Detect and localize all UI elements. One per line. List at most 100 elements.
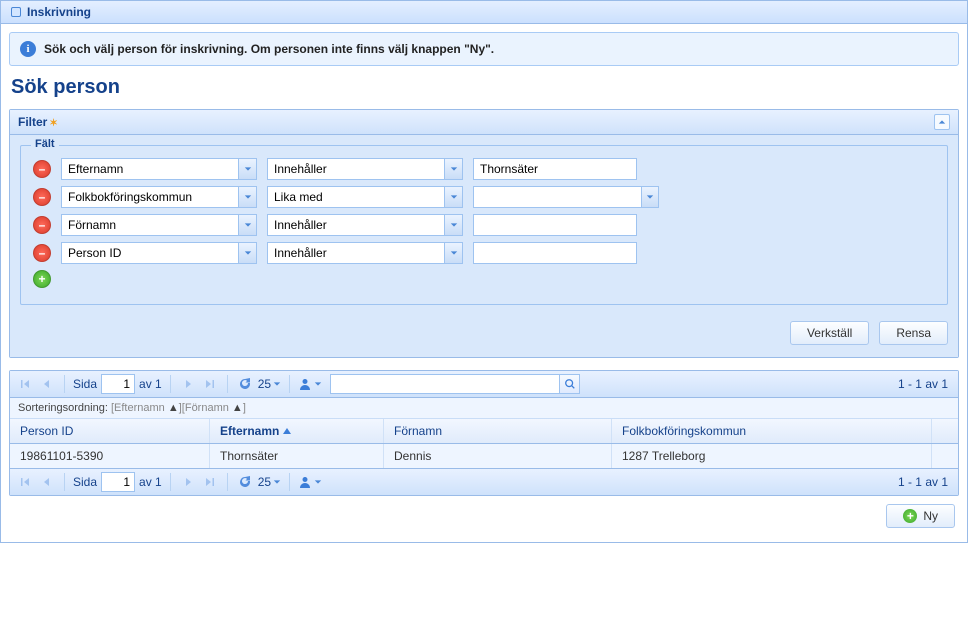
new-button-label: Ny	[923, 509, 938, 523]
person-icon	[298, 377, 312, 391]
chevron-down-icon[interactable]	[238, 215, 256, 235]
add-filter-button[interactable]: +	[33, 270, 51, 288]
user-menu[interactable]	[298, 377, 322, 391]
results-grid: Sida av 1 25	[9, 370, 959, 496]
chevron-down-icon[interactable]	[238, 187, 256, 207]
filter-op-combo[interactable]	[267, 186, 463, 208]
filter-row: –	[33, 158, 935, 180]
page-label-prefix: Sida	[73, 475, 97, 489]
filter-field-input[interactable]	[62, 243, 238, 263]
filter-field-combo[interactable]	[61, 158, 257, 180]
filter-active-icon: ✶	[49, 118, 57, 129]
pagesize-value: 25	[258, 377, 271, 391]
filter-op-input[interactable]	[268, 187, 444, 207]
separator	[227, 375, 228, 393]
grid-toolbar-top: Sida av 1 25	[10, 371, 958, 398]
next-page-button[interactable]	[179, 473, 197, 491]
pagesize-menu[interactable]: 25	[258, 377, 281, 391]
next-page-button[interactable]	[179, 375, 197, 393]
chevron-down-icon[interactable]	[238, 159, 256, 179]
filter-field-combo[interactable]	[61, 186, 257, 208]
column-fornamn[interactable]: Förnamn	[384, 419, 612, 443]
refresh-button[interactable]	[236, 473, 254, 491]
person-icon	[298, 475, 312, 489]
grid-toolbar-bottom: Sida av 1 25 1 - 1 av 1	[10, 468, 958, 495]
info-icon: i	[20, 41, 36, 57]
filter-field-input[interactable]	[62, 215, 238, 235]
filter-field-combo[interactable]	[61, 242, 257, 264]
chevron-down-icon	[314, 478, 322, 486]
new-button[interactable]: + Ny	[886, 504, 955, 528]
filter-button-row: Verkställ Rensa	[20, 321, 948, 345]
page-label-suffix: av 1	[139, 475, 162, 489]
collapse-button[interactable]	[934, 114, 950, 130]
filter-row: –	[33, 186, 935, 208]
grid-header: Person ID Efternamn Förnamn Folkbokförin…	[10, 419, 958, 444]
last-page-button[interactable]	[201, 375, 219, 393]
page-number-input[interactable]	[101, 374, 135, 394]
page-number-input[interactable]	[101, 472, 135, 492]
filter-field-combo[interactable]	[61, 214, 257, 236]
first-page-button[interactable]	[16, 473, 34, 491]
filter-value-input[interactable]	[473, 158, 637, 180]
info-box: i Sök och välj person för inskrivning. O…	[9, 32, 959, 66]
cell-fornamn: Dennis	[384, 444, 612, 468]
filter-op-combo[interactable]	[267, 242, 463, 264]
fieldset-legend: Fält	[31, 138, 59, 150]
chevron-down-icon	[314, 380, 322, 388]
page-label-prefix: Sida	[73, 377, 97, 391]
filter-panel-header[interactable]: Filter✶	[10, 110, 958, 135]
page-label-suffix: av 1	[139, 377, 162, 391]
clear-button[interactable]: Rensa	[879, 321, 948, 345]
filter-value-input[interactable]	[473, 242, 637, 264]
filter-value-input[interactable]	[474, 187, 641, 207]
separator	[64, 473, 65, 491]
column-person-id[interactable]: Person ID	[10, 419, 210, 443]
filter-field-input[interactable]	[62, 159, 238, 179]
search-button[interactable]	[560, 374, 580, 394]
filter-op-combo[interactable]	[267, 158, 463, 180]
chevron-down-icon[interactable]	[444, 243, 462, 263]
filter-op-input[interactable]	[268, 243, 444, 263]
plus-icon: +	[903, 509, 917, 523]
separator	[64, 375, 65, 393]
column-kommun[interactable]: Folkbokföringskommun	[612, 419, 932, 443]
chevron-down-icon[interactable]	[238, 243, 256, 263]
refresh-button[interactable]	[236, 375, 254, 393]
last-page-button[interactable]	[201, 473, 219, 491]
chevron-down-icon[interactable]	[641, 187, 658, 207]
user-menu[interactable]	[298, 475, 322, 489]
table-row[interactable]: 19861101-5390 Thornsäter Dennis 1287 Tre…	[10, 444, 958, 468]
filter-field-input[interactable]	[62, 187, 238, 207]
chevron-down-icon	[273, 478, 281, 486]
filter-value-combo[interactable]	[473, 186, 659, 208]
remove-filter-button[interactable]: –	[33, 244, 51, 262]
column-efternamn[interactable]: Efternamn	[210, 419, 384, 443]
cell-person-id: 19861101-5390	[10, 444, 210, 468]
separator	[289, 473, 290, 491]
remove-filter-button[interactable]: –	[33, 188, 51, 206]
chevron-down-icon[interactable]	[444, 215, 462, 235]
cell-efternamn: Thornsäter	[210, 444, 384, 468]
separator	[170, 375, 171, 393]
chevron-down-icon[interactable]	[444, 187, 462, 207]
filter-value-input[interactable]	[473, 214, 637, 236]
remove-filter-button[interactable]: –	[33, 160, 51, 178]
prev-page-button[interactable]	[38, 375, 56, 393]
first-page-button[interactable]	[16, 375, 34, 393]
filter-row: –	[33, 242, 935, 264]
prev-page-button[interactable]	[38, 473, 56, 491]
filter-op-combo[interactable]	[267, 214, 463, 236]
apply-button[interactable]: Verkställ	[790, 321, 869, 345]
window-titlebar: Inskrivning	[1, 1, 967, 24]
search-input[interactable]	[330, 374, 560, 394]
chevron-down-icon[interactable]	[444, 159, 462, 179]
remove-filter-button[interactable]: –	[33, 216, 51, 234]
column-spacer	[932, 419, 958, 443]
filter-row: –	[33, 214, 935, 236]
pagesize-menu[interactable]: 25	[258, 475, 281, 489]
filter-op-input[interactable]	[268, 215, 444, 235]
info-text: Sök och välj person för inskrivning. Om …	[44, 42, 494, 56]
content-area: i Sök och välj person för inskrivning. O…	[1, 24, 967, 542]
filter-op-input[interactable]	[268, 159, 444, 179]
